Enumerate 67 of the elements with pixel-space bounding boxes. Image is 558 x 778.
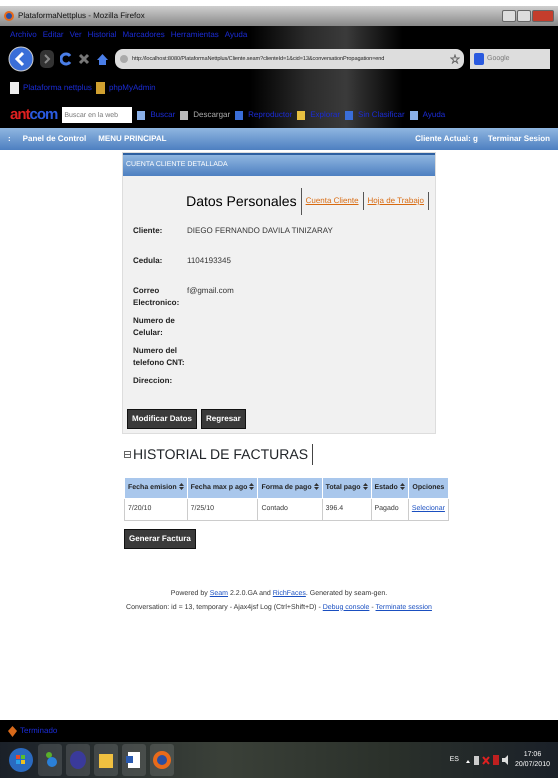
home-icon[interactable]: [96, 52, 109, 66]
reload-icon[interactable]: [60, 52, 72, 66]
action-button[interactable]: Modificar Datos: [127, 408, 198, 428]
toolbar-icon: [137, 110, 146, 120]
menu-item[interactable]: Ver: [70, 29, 82, 41]
stop-icon[interactable]: [78, 53, 90, 65]
menu-item[interactable]: Archivo: [10, 29, 37, 41]
logo: antcom: [10, 104, 58, 125]
logout-link[interactable]: Terminar Sesion: [488, 133, 550, 145]
toolbar-button[interactable]: Sin Clasificar: [358, 109, 405, 121]
field-value: 1104193345: [187, 254, 231, 266]
bookmark-link[interactable]: phpMyAdmin: [108, 82, 156, 94]
nav-link[interactable]: MENU PRINCIPAL: [98, 133, 167, 145]
toolbar-icon: [297, 110, 306, 120]
sort-icon[interactable]: [178, 483, 184, 490]
field-value: DIEGO FERNANDO DAVILA TINIZARAY: [187, 224, 333, 236]
sort-icon[interactable]: [400, 483, 405, 490]
field-label: Numero del telefono CNT:: [133, 344, 186, 368]
menu-item[interactable]: Ayuda: [224, 29, 248, 41]
sort-icon[interactable]: [362, 483, 368, 490]
tab[interactable]: Hoja de Trabajo: [364, 192, 429, 210]
toolbar-icon: [235, 110, 244, 120]
minimize-button[interactable]: [502, 10, 516, 22]
star-icon[interactable]: [450, 54, 460, 64]
messenger-icon[interactable]: [38, 744, 62, 776]
field-label: Numero de Celular:: [133, 314, 176, 338]
tray-icons-drawing: [464, 754, 509, 766]
toolbar-button[interactable]: Ayuda: [422, 109, 446, 121]
action-button[interactable]: Regresar: [201, 408, 246, 428]
toolbar-button[interactable]: Reproductor: [248, 109, 292, 121]
menu-item[interactable]: Historial: [88, 29, 117, 41]
toolbar-icon: [344, 110, 353, 120]
menu-item[interactable]: Marcadores: [122, 29, 165, 41]
sort-icon[interactable]: [314, 483, 319, 490]
site-icon: [119, 54, 129, 64]
start-button[interactable]: [8, 745, 34, 775]
status-icon: [8, 726, 17, 736]
field-label: Cedula:: [133, 254, 164, 266]
nav-separator: :: [8, 133, 11, 145]
generate-invoice-button[interactable]: Generar Factura: [124, 528, 196, 548]
field-label: Correo Electronico:: [133, 284, 180, 308]
bookmark-icon: [10, 82, 19, 94]
collapse-icon[interactable]: [124, 450, 131, 458]
section-title: HISTORIAL DE FACTURAS: [133, 444, 308, 464]
toolbar-button[interactable]: Descargar: [193, 109, 230, 121]
bookmark-icon: [96, 82, 105, 94]
menu-item[interactable]: Editar: [42, 29, 64, 41]
tab[interactable]: Datos Personales: [182, 188, 302, 214]
toolbar-button[interactable]: Buscar: [150, 109, 176, 121]
current-client-label: Cliente Actual: g: [415, 133, 478, 145]
firefox-icon: [4, 11, 14, 21]
nav-link[interactable]: Panel de Control: [22, 133, 86, 145]
bookmark-link[interactable]: Plataforma nettplus: [23, 82, 92, 94]
tab[interactable]: Cuenta Cliente: [302, 192, 364, 210]
window-title: PlataformaNettplus - Mozilla Firefox: [18, 10, 145, 22]
maximize-button[interactable]: [517, 10, 531, 22]
field-label: Cliente:: [133, 224, 164, 236]
folder-icon[interactable]: [94, 744, 118, 776]
status-text: Terminado: [20, 725, 58, 737]
toolbar-button[interactable]: Explorar: [310, 109, 340, 121]
field-label: Direccion:: [133, 374, 174, 386]
field-value: f@gmail.com: [187, 284, 234, 297]
toolbar-icon: [180, 110, 188, 120]
toolbar-icon: [410, 110, 418, 120]
document-icon[interactable]: [122, 744, 146, 776]
menu-item[interactable]: Herramientas: [170, 29, 219, 41]
sort-icon[interactable]: [249, 483, 254, 490]
